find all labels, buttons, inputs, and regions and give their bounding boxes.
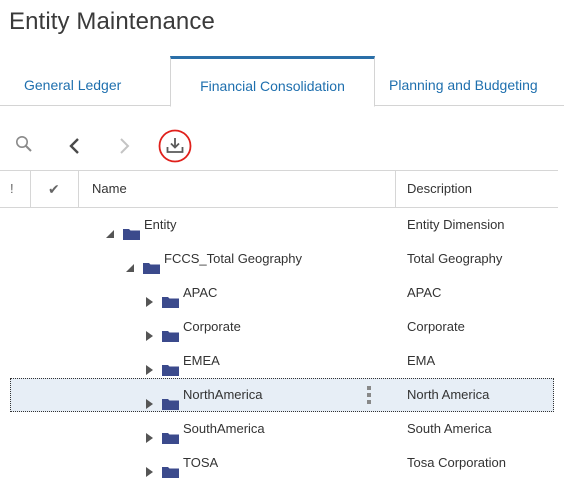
- description-cell: Total Geography: [407, 251, 503, 266]
- folder-icon: [162, 287, 179, 308]
- description-column-header[interactable]: Description: [407, 171, 472, 207]
- check-column-header[interactable]: ✔: [48, 171, 60, 207]
- description-cell: Entity Dimension: [407, 217, 505, 232]
- tab-financial-consolidation[interactable]: Financial Consolidation: [170, 56, 375, 107]
- collapse-triangle-icon[interactable]: [124, 253, 136, 272]
- row-name: Entity: [144, 217, 177, 232]
- expand-triangle-icon[interactable]: [143, 321, 155, 341]
- description-cell: Corporate: [407, 319, 465, 334]
- folder-icon: [162, 423, 179, 444]
- expand-triangle-icon[interactable]: [143, 287, 155, 307]
- description-cell: North America: [407, 387, 490, 402]
- name-cell: FCCS_Total Geography: [124, 242, 302, 276]
- table-row[interactable]: Entity Entity Dimension: [0, 208, 558, 242]
- column-divider: [78, 171, 79, 207]
- expand-triangle-icon[interactable]: [143, 457, 155, 477]
- entity-table: ! ✔ Name Description Entity Entity Dimens…: [0, 170, 558, 480]
- description-cell: APAC: [407, 285, 442, 300]
- name-cell: Corporate: [143, 310, 241, 344]
- search-icon[interactable]: [14, 134, 40, 164]
- tab-planning-and-budgeting[interactable]: Planning and Budgeting: [389, 56, 538, 105]
- expand-triangle-icon[interactable]: [143, 389, 155, 409]
- chevron-left-icon[interactable]: [67, 136, 93, 166]
- name-cell: Entity: [104, 208, 177, 242]
- toolbar: [0, 128, 564, 166]
- folder-icon: [162, 355, 179, 376]
- folder-icon: [143, 253, 160, 274]
- folder-icon: [162, 457, 179, 478]
- row-name: Corporate: [183, 319, 241, 334]
- flag-column-header[interactable]: !: [10, 171, 14, 207]
- description-cell: EMA: [407, 353, 436, 368]
- name-column-header[interactable]: Name: [92, 171, 127, 207]
- name-cell: TOSA: [143, 446, 218, 480]
- chevron-right-icon[interactable]: [116, 136, 142, 166]
- table-body: Entity Entity Dimension FCCS_Total Geograp…: [0, 208, 558, 480]
- table-row[interactable]: APAC APAC: [0, 276, 558, 310]
- expand-triangle-icon[interactable]: [143, 423, 155, 443]
- row-name: NorthAmerica: [183, 387, 263, 402]
- description-cell: South America: [407, 421, 492, 436]
- collapse-triangle-icon[interactable]: [104, 219, 116, 238]
- page-title: Entity Maintenance: [9, 8, 215, 35]
- table-row[interactable]: FCCS_Total Geography Total Geography: [0, 242, 558, 276]
- expand-triangle-icon[interactable]: [143, 355, 155, 375]
- folder-icon: [162, 321, 179, 342]
- table-row[interactable]: SouthAmerica South America: [0, 412, 558, 446]
- table-row[interactable]: TOSA Tosa Corporation: [0, 446, 558, 480]
- description-cell: Tosa Corporation: [407, 455, 506, 470]
- table-row[interactable]: NorthAmerica North America: [10, 378, 554, 412]
- name-cell: NorthAmerica: [143, 378, 262, 412]
- row-name: TOSA: [183, 455, 219, 470]
- column-divider: [395, 171, 396, 207]
- tab-bar: General Ledger Financial Consolidation P…: [0, 56, 564, 107]
- folder-icon: [162, 389, 179, 410]
- row-name: FCCS_Total Geography: [164, 251, 303, 266]
- table-row[interactable]: EMEA EMA: [0, 344, 558, 378]
- tab-general-ledger[interactable]: General Ledger: [24, 56, 121, 105]
- table-header: ! ✔ Name Description: [0, 170, 558, 208]
- folder-icon: [123, 219, 140, 240]
- column-divider: [30, 171, 31, 207]
- row-name: EMEA: [183, 353, 220, 368]
- table-row[interactable]: Corporate Corporate: [0, 310, 558, 344]
- download-icon[interactable]: [156, 128, 194, 164]
- name-cell: SouthAmerica: [143, 412, 265, 446]
- row-name: SouthAmerica: [183, 421, 265, 436]
- more-options-icon[interactable]: [367, 386, 371, 404]
- name-cell: APAC: [143, 276, 217, 310]
- name-cell: EMEA: [143, 344, 220, 378]
- row-name: APAC: [183, 285, 218, 300]
